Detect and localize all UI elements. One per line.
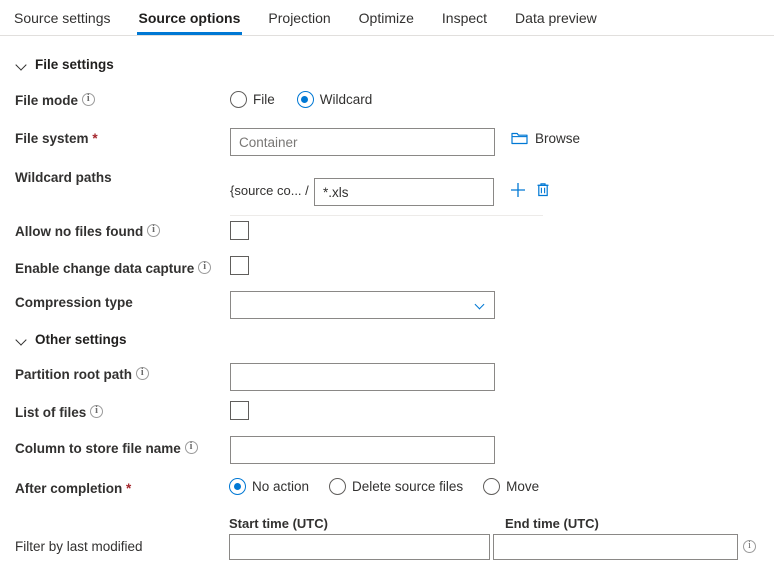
info-icon[interactable]	[135, 366, 149, 380]
tab-label: Source settings	[14, 9, 111, 26]
end-time-header: End time (UTC)	[505, 516, 599, 531]
partition-root-path-input[interactable]	[230, 363, 495, 391]
wildcard-paths-divider	[230, 215, 543, 216]
radio-label: File	[253, 92, 275, 107]
radio-dot	[483, 478, 501, 495]
info-icon[interactable]	[743, 539, 756, 553]
radio-file-mode-wildcard[interactable]: Wildcard	[296, 91, 373, 108]
radio-label: Move	[506, 479, 540, 494]
label-filter-by-last-modified: Filter by last modified	[15, 539, 143, 554]
section-title: File settings	[35, 57, 114, 72]
file-system-input[interactable]	[230, 128, 495, 156]
tab-label: Data preview	[515, 9, 597, 26]
tab-projection[interactable]: Projection	[254, 0, 344, 35]
radio-group-file-mode: File Wildcard	[230, 91, 372, 108]
radio-dot	[229, 478, 246, 495]
required-marker: *	[126, 481, 132, 496]
info-icon[interactable]	[184, 440, 198, 454]
label-file-system: File system *	[15, 131, 98, 146]
chevron-down-icon	[17, 335, 27, 345]
wildcard-path-prefix: {source co... /	[230, 183, 309, 198]
label-list-of-files: List of files	[15, 404, 104, 421]
radio-label: Delete source files	[352, 479, 464, 494]
checkbox-list-of-files[interactable]	[230, 401, 249, 420]
radio-label: Wildcard	[319, 92, 373, 107]
radio-dot	[296, 91, 314, 108]
label-wildcard-paths: Wildcard paths	[15, 170, 112, 185]
tab-label: Projection	[268, 9, 331, 26]
checkbox-enable-change-data-capture[interactable]	[230, 256, 249, 275]
label-enable-change-data-capture: Enable change data capture	[15, 260, 212, 277]
radio-dot	[329, 478, 347, 495]
checkbox-allow-no-files-found[interactable]	[230, 221, 249, 240]
section-header-other-settings[interactable]: Other settings	[17, 332, 127, 347]
info-icon[interactable]	[81, 92, 95, 106]
browse-button[interactable]: Browse	[511, 131, 580, 146]
wildcard-path-input[interactable]	[314, 178, 494, 206]
plus-icon	[511, 183, 525, 197]
trash-icon	[537, 183, 549, 197]
radio-file-mode-file[interactable]: File	[230, 91, 275, 108]
tab-inspect[interactable]: Inspect	[428, 0, 501, 35]
info-icon[interactable]	[90, 404, 104, 418]
label-compression-type: Compression type	[15, 295, 133, 310]
radio-after-completion-no-action[interactable]: No action	[229, 478, 309, 495]
radio-dot	[230, 91, 247, 108]
label-column-to-store-file-name: Column to store file name	[15, 440, 198, 457]
browse-label: Browse	[535, 131, 581, 146]
label-file-mode: File mode	[15, 92, 95, 109]
chevron-down-icon	[17, 60, 27, 70]
radio-after-completion-move[interactable]: Move	[483, 478, 539, 495]
radio-label: No action	[252, 479, 310, 494]
info-icon[interactable]	[198, 260, 212, 274]
start-time-input[interactable]	[229, 534, 490, 560]
radio-after-completion-delete-source-files[interactable]: Delete source files	[329, 478, 463, 495]
compression-type-select[interactable]	[230, 291, 495, 319]
tab-source-options[interactable]: Source options	[125, 0, 255, 35]
label-allow-no-files-found: Allow no files found	[15, 223, 161, 240]
required-marker: *	[92, 131, 98, 146]
section-title: Other settings	[35, 332, 127, 347]
folder-icon	[511, 132, 528, 145]
tab-label: Inspect	[441, 9, 488, 26]
tab-label: Source options	[138, 9, 241, 26]
column-to-store-file-name-input[interactable]	[230, 436, 495, 464]
section-header-file-settings[interactable]: File settings	[17, 57, 114, 72]
tab-source-settings[interactable]: Source settings	[0, 0, 125, 35]
radio-group-after-completion: No action Delete source files Move	[229, 478, 539, 495]
label-partition-root-path: Partition root path	[15, 366, 149, 383]
chevron-down-icon	[476, 301, 485, 310]
tab-label: Optimize	[358, 9, 414, 26]
end-time-input[interactable]	[493, 534, 738, 560]
delete-wildcard-path-button[interactable]	[534, 181, 552, 199]
label-after-completion: After completion *	[15, 481, 132, 496]
tab-optimize[interactable]: Optimize	[345, 0, 428, 35]
start-time-header: Start time (UTC)	[229, 516, 328, 531]
tab-data-preview[interactable]: Data preview	[501, 0, 611, 35]
info-icon[interactable]	[147, 223, 161, 237]
add-wildcard-path-button[interactable]	[509, 181, 527, 199]
tab-bar: Source settings Source options Projectio…	[0, 0, 774, 36]
